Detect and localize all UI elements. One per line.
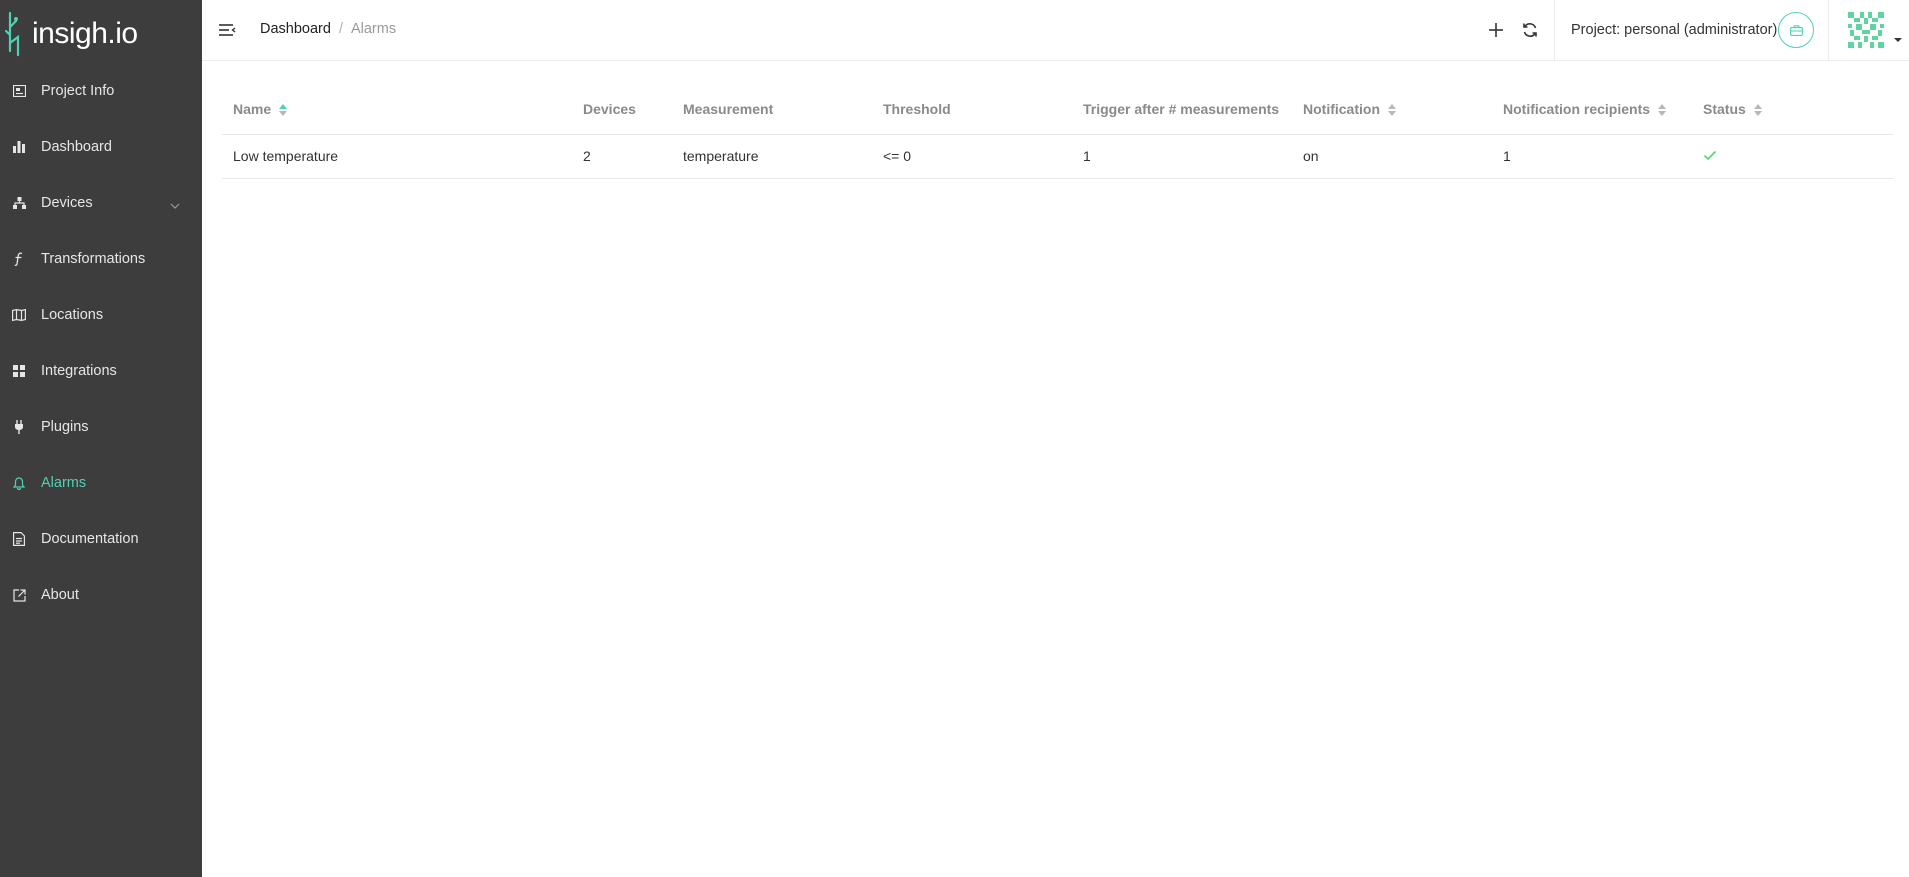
cell-recipients: 1 xyxy=(1492,134,1692,179)
column-label: Notification recipients xyxy=(1503,100,1651,117)
toolbar-divider xyxy=(1828,0,1829,61)
check-icon xyxy=(1703,150,1717,161)
column-header-devices: Devices xyxy=(572,84,672,135)
refresh-icon xyxy=(1523,23,1537,37)
column-header-threshold: Threshold xyxy=(872,84,1072,135)
sidebar-item-label: Locations xyxy=(41,307,104,323)
column-label: Threshold xyxy=(883,100,951,117)
top-bar: Dashboard / Alarms Project: personal (admi… xyxy=(202,0,1909,61)
sidebar-item-label: Project Info xyxy=(41,83,115,99)
cell-status xyxy=(1692,134,1893,179)
column-header-trigger: Trigger after # measurements xyxy=(1072,84,1292,135)
alarms-table: Name Devices Measurement Threshold Trigg… xyxy=(222,84,1893,179)
cell-notification: on xyxy=(1292,134,1492,179)
avatar[interactable] xyxy=(1846,10,1886,50)
column-label: Status xyxy=(1703,100,1746,117)
sidebar-item-label: Dashboard xyxy=(41,139,112,155)
cell-threshold: <= 0 xyxy=(872,134,1072,179)
toolbar-divider xyxy=(1554,0,1555,61)
sidebar-item-locations[interactable]: Locations xyxy=(0,287,202,343)
cell-name[interactable]: Low temperature xyxy=(222,134,572,179)
sidebar-item-label: Devices xyxy=(41,195,93,211)
plus-icon xyxy=(1489,23,1503,37)
add-alarm-button[interactable] xyxy=(1486,20,1506,40)
sidebar-item-label: Plugins xyxy=(41,419,89,435)
column-header-status[interactable]: Status xyxy=(1692,84,1893,135)
project-info-icon xyxy=(12,84,26,98)
sidebar-item-alarms[interactable]: Alarms xyxy=(0,455,202,511)
insighio-logo-icon xyxy=(4,11,20,57)
alarms-table-container: Name Devices Measurement Threshold Trigg… xyxy=(222,84,1893,179)
breadcrumb: Dashboard / Alarms xyxy=(260,21,396,37)
sidebar-item-label: Documentation xyxy=(41,531,139,547)
sidebar-item-dashboard[interactable]: Dashboard xyxy=(0,119,202,175)
bell-icon xyxy=(12,476,26,490)
plug-icon xyxy=(12,420,26,434)
refresh-button[interactable] xyxy=(1520,20,1540,40)
column-label: Notification xyxy=(1303,100,1380,117)
map-icon xyxy=(12,308,26,322)
column-label: Devices xyxy=(583,100,636,117)
sidebar: insigh.io Project Info Dashboard Devices xyxy=(0,0,202,877)
sidebar-item-devices[interactable]: Devices xyxy=(0,175,202,231)
briefcase-icon xyxy=(1789,24,1803,36)
column-header-name[interactable]: Name xyxy=(222,84,572,135)
sidebar-nav: Project Info Dashboard Devices Transform… xyxy=(0,63,202,623)
column-header-recipients[interactable]: Notification recipients xyxy=(1492,84,1692,135)
sidebar-item-label: About xyxy=(41,587,79,603)
cell-devices: 2 xyxy=(572,134,672,179)
cell-measurement: temperature xyxy=(672,134,872,179)
sidebar-item-label: Integrations xyxy=(41,363,117,379)
breadcrumb-current: Alarms xyxy=(350,21,397,37)
sort-icon[interactable] xyxy=(1658,104,1667,117)
switch-project-button[interactable] xyxy=(1778,12,1814,48)
sidebar-item-about[interactable]: About xyxy=(0,567,202,623)
logo-text: insigh.io xyxy=(32,17,138,50)
identicon-icon xyxy=(1846,10,1886,50)
sidebar-item-label: Transformations xyxy=(41,251,146,267)
document-icon xyxy=(12,532,26,546)
sort-icon[interactable] xyxy=(1388,104,1396,117)
column-label: Name xyxy=(233,100,272,117)
table-row[interactable]: Low temperature 2 temperature <= 0 1 on … xyxy=(222,134,1893,179)
external-link-icon xyxy=(12,588,26,602)
main-content: Dashboard / Alarms Project: personal (admi… xyxy=(202,0,1909,877)
column-label: Measurement xyxy=(683,100,774,117)
sort-icon[interactable] xyxy=(1753,104,1762,117)
devices-tree-icon xyxy=(12,196,26,210)
sidebar-item-plugins[interactable]: Plugins xyxy=(0,399,202,455)
project-label: Project: personal (administrator) xyxy=(1571,22,1778,38)
cell-trigger: 1 xyxy=(1072,134,1292,179)
menu-toggle-icon[interactable] xyxy=(218,22,236,38)
column-header-measurement: Measurement xyxy=(672,84,872,135)
logo[interactable]: insigh.io xyxy=(0,0,202,60)
sidebar-item-integrations[interactable]: Integrations xyxy=(0,343,202,399)
sidebar-item-project-info[interactable]: Project Info xyxy=(0,63,202,119)
breadcrumb-dashboard[interactable]: Dashboard xyxy=(260,21,331,37)
table-header-row: Name Devices Measurement Threshold Trigg… xyxy=(222,84,1893,135)
function-icon xyxy=(12,252,26,266)
sidebar-item-documentation[interactable]: Documentation xyxy=(0,511,202,567)
column-header-notification[interactable]: Notification xyxy=(1292,84,1492,135)
column-label: Trigger after # measurements xyxy=(1083,100,1280,117)
user-menu-caret-icon[interactable] xyxy=(1894,38,1902,42)
chevron-down-icon[interactable] xyxy=(170,197,180,213)
sidebar-item-label: Alarms xyxy=(41,475,87,491)
sort-asc-icon[interactable] xyxy=(279,104,288,117)
breadcrumb-separator: / xyxy=(338,21,343,37)
bar-chart-icon xyxy=(12,140,26,154)
sidebar-item-transformations[interactable]: Transformations xyxy=(0,231,202,287)
grid-icon xyxy=(12,364,26,378)
